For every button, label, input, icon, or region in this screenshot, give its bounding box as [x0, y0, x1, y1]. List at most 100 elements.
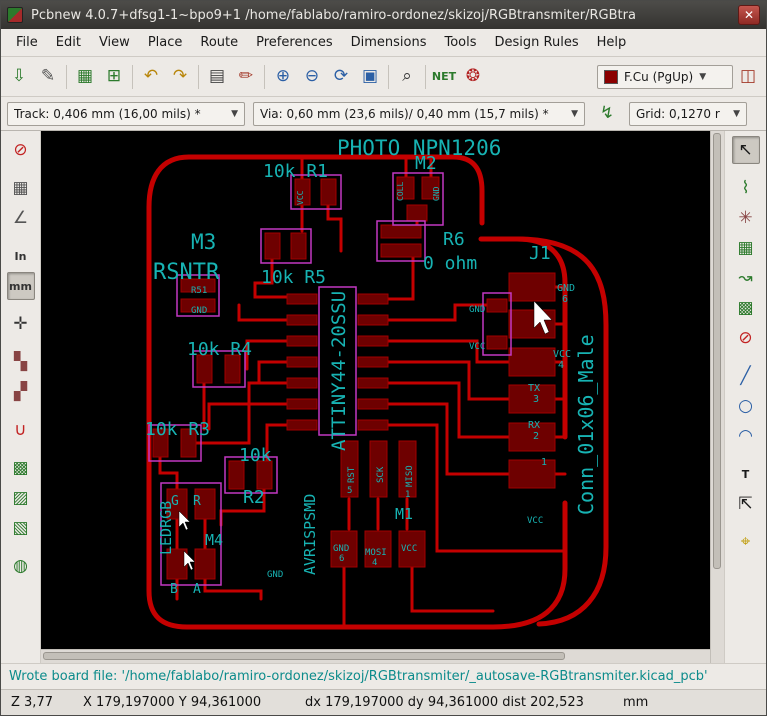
print-icon[interactable]: ▤	[203, 63, 231, 91]
horizontal-scrollbar[interactable]	[41, 649, 710, 663]
main-toolbar: ⇩ ✎ ▦ ⊞ ↶ ↷ ▤ ✏ ⊕ ⊖ ⟳ ▣ ⌕ NET ❂ F.Cu (PgUp) ▼ ◫	[1, 57, 766, 97]
drc-off-icon[interactable]: ⊘	[7, 136, 35, 164]
pcb-label: M1	[395, 505, 413, 523]
toolbar-separator	[264, 64, 265, 89]
chevron-down-icon: ▼	[571, 108, 578, 119]
polar-coords-icon[interactable]: ∠	[7, 204, 35, 232]
add-dimension-icon[interactable]: ⇱	[732, 490, 760, 518]
track-width-select[interactable]: Track: 0,406 mm (16,00 mils) * ▼	[7, 101, 245, 126]
toolbar-separator	[388, 64, 389, 89]
layer-select-value: F.Cu (PgUp)	[624, 69, 694, 84]
plot-icon[interactable]: ✏	[232, 63, 260, 91]
auto-width-slot: ↯	[593, 100, 621, 128]
undo-icon[interactable]: ↶	[137, 63, 165, 91]
units-indicator: mm	[623, 695, 649, 710]
pcb-label: GND	[333, 544, 349, 554]
grid-visibility-icon[interactable]: ▦	[7, 174, 35, 202]
track-width-value: Track: 0,406 mm (16,00 mils) *	[14, 106, 201, 121]
add-footprint-icon[interactable]: ▦	[732, 234, 760, 262]
local-ratsnest-icon[interactable]: ✳	[732, 204, 760, 232]
zoom-in-icon[interactable]: ⊕	[269, 63, 297, 91]
track-autodel-icon[interactable]: ∪	[7, 416, 35, 444]
footprint-mode-icon[interactable]: ◫	[734, 63, 762, 91]
pcb-label: 6	[339, 554, 344, 564]
page-settings-icon[interactable]: ✎	[34, 63, 62, 91]
chevron-down-icon: ▼	[733, 108, 740, 119]
zone-show-icon[interactable]: ▩	[7, 454, 35, 482]
menu-design-rules[interactable]: Design Rules	[486, 31, 588, 54]
close-button[interactable]: ✕	[738, 5, 760, 25]
module-ratsnest-icon[interactable]: ▞	[7, 378, 35, 406]
status-message: Wrote board file: '/home/fablabo/ramiro-…	[9, 669, 708, 684]
via-size-select[interactable]: Via: 0,60 mm (23,6 mils)/ 0,40 mm (15,7 …	[253, 101, 585, 126]
footprint-mode-slot: ◫	[734, 63, 762, 91]
menu-preferences[interactable]: Preferences	[247, 31, 341, 54]
status-message-bar: Wrote board file: '/home/fablabo/ramiro-…	[1, 663, 766, 689]
menu-dimensions[interactable]: Dimensions	[342, 31, 436, 54]
toolbar-separator	[198, 64, 199, 89]
menu-help[interactable]: Help	[588, 31, 636, 54]
menu-file[interactable]: File	[7, 31, 47, 54]
vertical-scrollbar[interactable]	[710, 131, 724, 663]
pcb-label: AVRISPSMD	[301, 494, 319, 575]
add-text-icon[interactable]: T	[732, 460, 760, 488]
pcb-label: RSNTR	[153, 260, 220, 285]
redo-icon[interactable]: ↷	[166, 63, 194, 91]
highlight-net-icon[interactable]: ⌇	[732, 174, 760, 202]
pcb-label: A	[193, 582, 201, 597]
add-keepout-icon[interactable]: ⊘	[732, 324, 760, 352]
select-tool-icon[interactable]: ↖	[731, 136, 760, 164]
ratsnest-visibility-icon[interactable]: ▚	[7, 348, 35, 376]
add-arc-icon[interactable]: ◠	[732, 422, 760, 450]
vertical-scrollbar-thumb[interactable]	[713, 133, 721, 570]
layer-select[interactable]: F.Cu (PgUp) ▼	[597, 64, 733, 89]
module-viewer-icon[interactable]: ⊞	[100, 63, 128, 91]
left-toolbar: ⊘ ▦ ∠ In mm ✛ ▚ ▞ ∪ ▩ ▨ ▧ ◍	[1, 131, 41, 663]
zone-outline-icon[interactable]: ▧	[7, 514, 35, 542]
menu-view[interactable]: View	[90, 31, 139, 54]
route-tracks-icon[interactable]: ↝	[732, 264, 760, 292]
add-zone-icon[interactable]: ▩	[732, 294, 760, 322]
pcb-label: 10k R4	[187, 339, 252, 360]
pcbnew-window: Pcbnew 4.0.7+dfsg1-1~bpo9+1 /home/fablab…	[0, 0, 767, 716]
zoom-fit-icon[interactable]: ▣	[356, 63, 384, 91]
netlist-icon[interactable]: NET	[430, 63, 458, 91]
menu-edit[interactable]: Edit	[47, 31, 90, 54]
drc-icon[interactable]: ❂	[459, 63, 487, 91]
pcb-label: 10k R3	[145, 419, 210, 440]
menu-route[interactable]: Route	[191, 31, 247, 54]
title-bar[interactable]: Pcbnew 4.0.7+dfsg1-1~bpo9+1 /home/fablab…	[1, 1, 766, 29]
module-editor-icon[interactable]: ▦	[71, 63, 99, 91]
pcb-label: GND	[191, 306, 207, 316]
units-inch-icon[interactable]: In	[7, 242, 35, 270]
high-contrast-icon[interactable]: ◍	[7, 552, 35, 580]
save-board-icon[interactable]: ⇩	[5, 63, 33, 91]
grid-value: Grid: 0,1270 r	[636, 106, 720, 121]
relative-position: dx 179,197000 dy 94,361000 dist 202,523	[305, 695, 584, 710]
grid-select[interactable]: Grid: 0,1270 r ▼	[629, 101, 747, 126]
info-bar: Z 3,77 X 179,197000 Y 94,361000 dx 179,1…	[1, 689, 766, 715]
pcb-label: 6	[562, 294, 568, 305]
auto-track-width-icon[interactable]: ↯	[593, 100, 621, 128]
pcb-label: GND	[267, 570, 283, 580]
menu-tools[interactable]: Tools	[435, 31, 485, 54]
pcb-canvas[interactable]: PHOTO NPN1206 10k R1 M2 M3 RSNTR 10k R5 R6 0 oh…	[41, 131, 710, 649]
pcb-label: VCC	[527, 516, 543, 526]
find-icon[interactable]: ⌕	[393, 63, 421, 91]
add-circle-icon[interactable]: ○	[732, 392, 760, 420]
zoom-redraw-icon[interactable]: ⟳	[327, 63, 355, 91]
pcb-label: B	[170, 582, 178, 597]
units-mm-icon[interactable]: mm	[6, 272, 35, 300]
menu-place[interactable]: Place	[139, 31, 192, 54]
pcb-label: M4	[205, 531, 223, 549]
zone-hide-icon[interactable]: ▨	[7, 484, 35, 512]
zoom-out-icon[interactable]: ⊖	[298, 63, 326, 91]
pcb-label: 4	[558, 360, 564, 371]
horizontal-scrollbar-thumb[interactable]	[43, 652, 565, 660]
cursor-shape-icon[interactable]: ✛	[7, 310, 35, 338]
add-graphic-line-icon[interactable]: ╱	[732, 362, 760, 390]
add-target-icon[interactable]: ⌖	[732, 528, 760, 556]
pcb-label: GND	[557, 283, 575, 294]
chevron-down-icon: ▼	[231, 108, 238, 119]
pcb-label: 10k R5	[261, 267, 326, 288]
